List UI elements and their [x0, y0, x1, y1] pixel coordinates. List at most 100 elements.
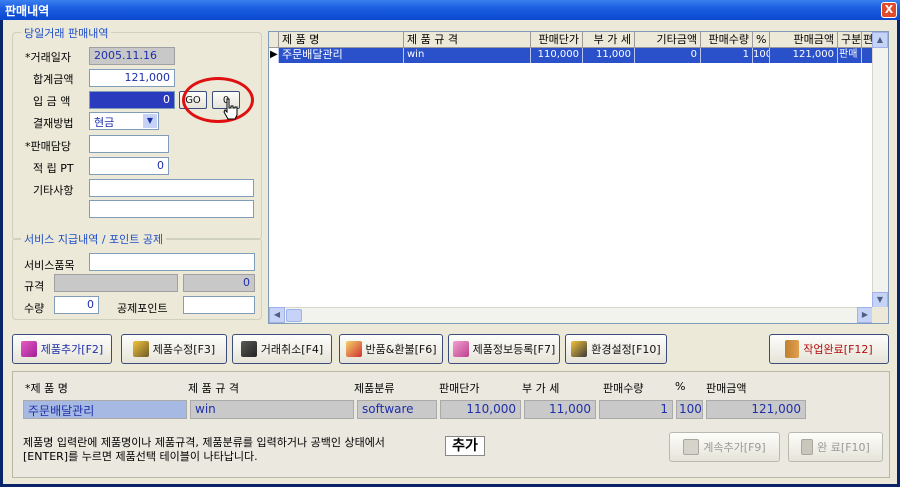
- add-status-label: 추가: [445, 436, 485, 456]
- scroll-corner: [872, 307, 888, 323]
- entry-header-vat: 부 가 세: [522, 382, 560, 395]
- payment-label: 결재방법: [33, 117, 74, 130]
- chevron-down-icon[interactable]: ▼: [143, 114, 157, 128]
- entry-hint-line1: 제품명 입력란에 제품명이나 제품규격, 제품분류를 입력하거나 공백인 상태에…: [23, 436, 385, 449]
- edit-product-button[interactable]: 제품수정[F3]: [121, 334, 227, 364]
- entry-name-field[interactable]: 주문배달관리: [23, 400, 187, 419]
- register-product-info-button[interactable]: 제품정보등록[F7]: [448, 334, 560, 364]
- add-product-button[interactable]: 제품추가[F2]: [12, 334, 112, 364]
- service-group-title: 서비스 지급내역 / 포인트 공제: [21, 231, 167, 247]
- cancel-transaction-button[interactable]: 거래취소[F4]: [232, 334, 332, 364]
- vertical-scrollbar[interactable]: ▲ ▼: [872, 32, 888, 308]
- hand-cursor-icon: [223, 98, 238, 120]
- settings-button[interactable]: 환경설정[F10]: [565, 334, 667, 364]
- entry-price-field: 110,000: [440, 400, 521, 419]
- entry-vat-field: 11,000: [524, 400, 596, 419]
- scroll-left-icon[interactable]: ◀: [269, 307, 285, 323]
- misc-field-1[interactable]: [89, 179, 254, 197]
- qty-label: 수량: [24, 302, 45, 315]
- misc-field-2[interactable]: [89, 200, 254, 218]
- cell-amount: 121,000: [770, 48, 838, 63]
- scroll-up-icon[interactable]: ▲: [872, 32, 888, 48]
- cell-pct: 100: [753, 48, 770, 63]
- entry-hint-line2: [ENTER]를 누르면 제품선택 테이블이 나타납니다.: [23, 450, 258, 463]
- col-header-name[interactable]: 제 품 명: [279, 32, 404, 48]
- col-header-price[interactable]: 판매단가: [531, 32, 583, 48]
- register-product-icon: [452, 341, 469, 357]
- staff-label: *판매담당: [25, 140, 71, 153]
- col-header-other[interactable]: 기타금액: [635, 32, 701, 48]
- row-indicator: ▶: [269, 48, 279, 63]
- grid-indicator-header: [269, 32, 279, 48]
- cell-name: 주문배달관리: [279, 48, 404, 63]
- col-header-type[interactable]: 구분: [838, 32, 862, 48]
- grid-header: 제 품 명 제 품 규 격 판매단가 부 가 세 기타금액 판매수량 % 판매금…: [269, 32, 873, 48]
- entry-header-amount: 판매금액: [706, 382, 747, 395]
- entry-qty-field[interactable]: 1: [599, 400, 673, 419]
- client-area: 당일거래 판매내역 *거래일자 2005.11.16 합계금액 121,000 …: [3, 20, 897, 484]
- entry-header-price: 판매단가: [439, 382, 480, 395]
- horizontal-scroll-thumb[interactable]: [286, 309, 302, 322]
- done-label: 완 료[F10]: [817, 441, 870, 454]
- cancel-transaction-label: 거래취소[F4]: [260, 343, 324, 356]
- continue-add-button[interactable]: 계속추가[F9]: [669, 432, 780, 462]
- paid-label: 입 금 액: [33, 95, 71, 108]
- total-label: 합계금액: [33, 73, 74, 86]
- points-field[interactable]: 0: [89, 157, 169, 175]
- service-item-label: 서비스품목: [24, 259, 75, 272]
- entry-header-pct: %: [675, 380, 686, 393]
- col-header-qty[interactable]: 판매수량: [701, 32, 753, 48]
- done-button[interactable]: 완 료[F10]: [788, 432, 883, 462]
- payment-select-value: 현금: [94, 116, 115, 129]
- return-refund-label: 반품&환불[F6]: [365, 343, 437, 356]
- continue-add-label: 계속추가[F9]: [703, 441, 766, 454]
- payment-select[interactable]: 현금 ▼: [89, 112, 159, 130]
- settings-icon: [571, 341, 588, 357]
- col-header-pct[interactable]: %: [753, 32, 770, 48]
- scroll-down-icon[interactable]: ▼: [872, 292, 888, 308]
- date-label: *거래일자: [25, 51, 71, 64]
- window-title: 판매내역: [5, 4, 50, 18]
- cell-qty: 1: [701, 48, 753, 63]
- paid-field[interactable]: 0: [89, 91, 175, 109]
- cell-vat: 11,000: [583, 48, 635, 63]
- entry-header-category: 제품분류: [354, 382, 395, 395]
- close-icon[interactable]: X: [881, 2, 897, 18]
- entry-pct-field[interactable]: 100: [676, 400, 703, 419]
- return-refund-button[interactable]: 반품&환불[F6]: [339, 334, 443, 364]
- highlight-circle: [182, 77, 254, 123]
- service-item-field[interactable]: [89, 253, 255, 271]
- table-row[interactable]: ▶ 주문배달관리 win 110,000 11,000 0 1 100 121,…: [269, 48, 873, 63]
- qty-field[interactable]: 0: [54, 296, 99, 314]
- entry-header-spec: 제 품 규 격: [188, 382, 239, 395]
- add-product-label: 제품추가[F2]: [40, 343, 104, 356]
- horizontal-scrollbar[interactable]: ◀ ▶: [269, 307, 873, 323]
- cell-type: 판매: [838, 48, 862, 63]
- misc-label: 기타사항: [33, 184, 74, 197]
- staff-field[interactable]: [89, 135, 169, 153]
- product-entry-panel: *제 품 명 제 품 규 격 제품분류 판매단가 부 가 세 판매수량 % 판매…: [12, 371, 890, 478]
- scroll-right-icon[interactable]: ▶: [857, 307, 873, 323]
- title-bar[interactable]: 판매내역 X: [0, 0, 900, 20]
- deduct-field[interactable]: [183, 296, 255, 314]
- finish-work-label: 작업완료[F12]: [803, 343, 873, 356]
- total-field[interactable]: 121,000: [89, 69, 175, 87]
- col-header-amount[interactable]: 판매금액: [770, 32, 838, 48]
- entry-hint: 제품명 입력란에 제품명이나 제품규격, 제품분류를 입력하거나 공백인 상태에…: [23, 436, 385, 464]
- entry-header-name: *제 품 명: [25, 382, 68, 395]
- cancel-transaction-icon: [240, 341, 257, 357]
- entry-category-field: software: [357, 400, 437, 419]
- continue-add-icon: [683, 439, 700, 455]
- door-icon: [785, 340, 800, 358]
- settings-label: 환경설정[F10]: [591, 343, 661, 356]
- col-header-spec[interactable]: 제 품 규 격: [404, 32, 531, 48]
- col-header-vat[interactable]: 부 가 세: [583, 32, 635, 48]
- finish-work-button[interactable]: 작업완료[F12]: [769, 334, 889, 364]
- entry-spec-field: win: [190, 400, 354, 419]
- sales-grid[interactable]: 제 품 명 제 품 규 격 판매단가 부 가 세 기타금액 판매수량 % 판매금…: [268, 31, 889, 324]
- spec-label: 규격: [24, 280, 45, 293]
- cell-other: 0: [635, 48, 701, 63]
- done-door-icon: [801, 439, 814, 455]
- date-field[interactable]: 2005.11.16: [89, 47, 175, 65]
- sales-history-window: 판매내역 X 당일거래 판매내역 *거래일자 2005.11.16 합계금액 1…: [0, 0, 900, 487]
